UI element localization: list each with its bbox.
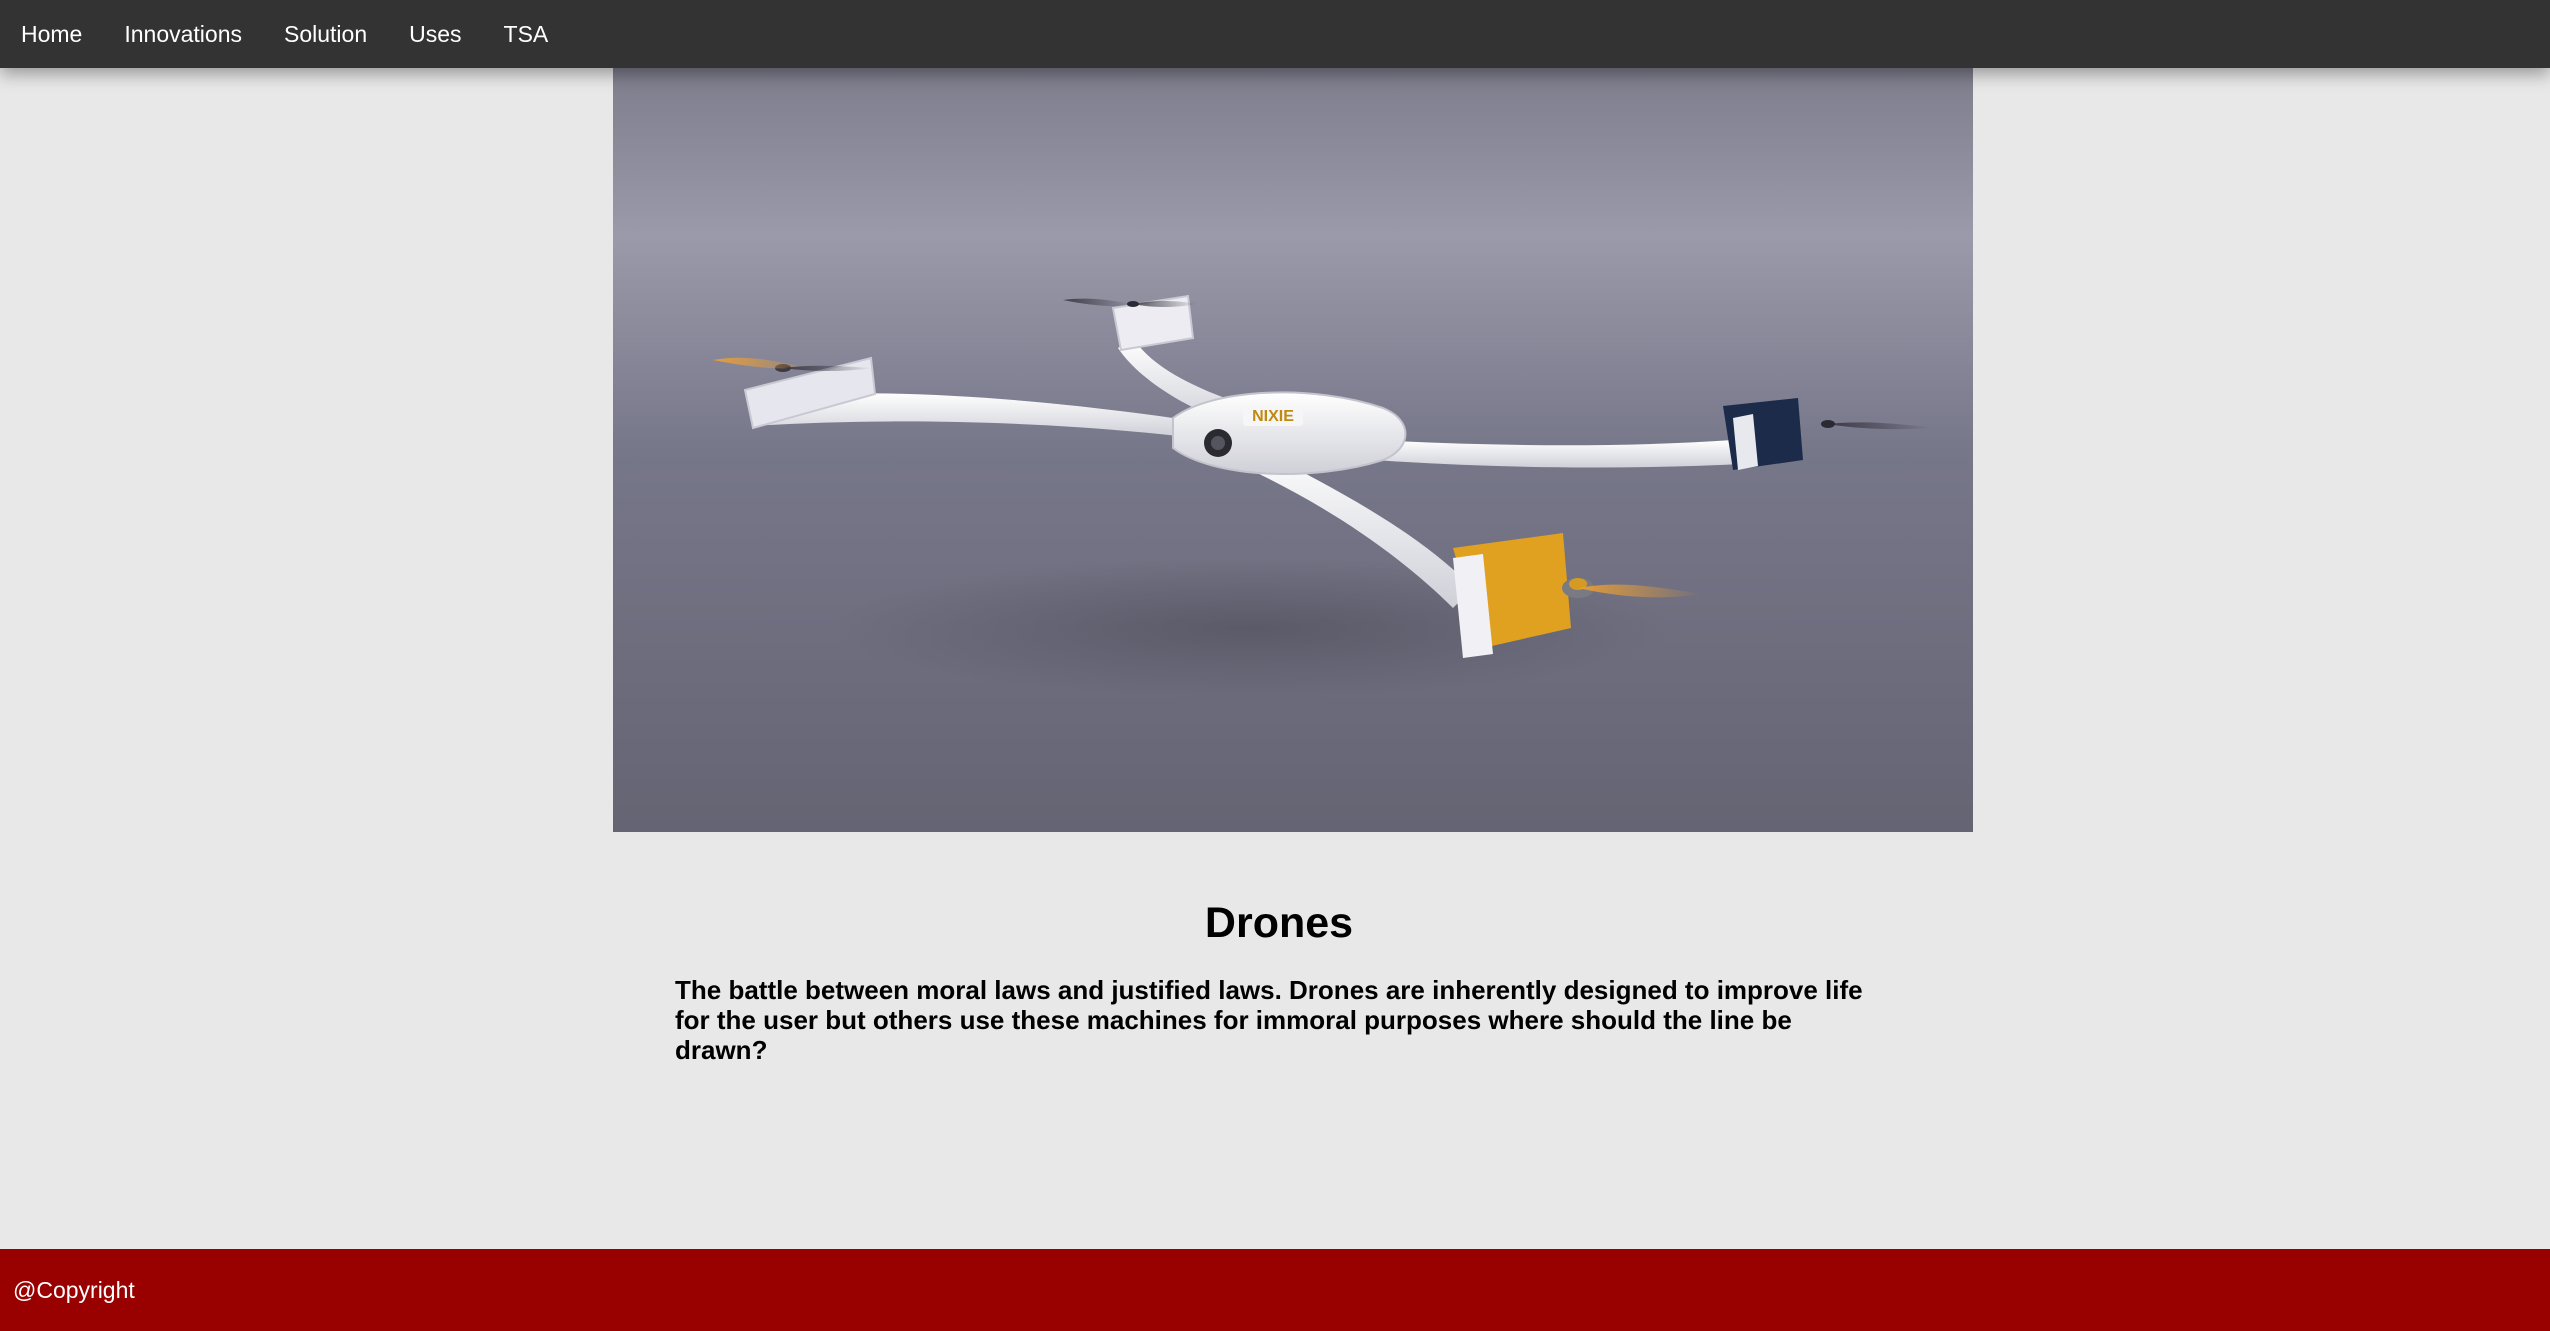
intro-paragraph: The battle between moral laws and justif…	[675, 975, 1863, 1066]
copyright-text: @Copyright	[13, 1277, 135, 1303]
footer: @Copyright	[0, 1249, 2550, 1331]
nav-solution-link[interactable]: Solution	[263, 0, 388, 68]
hero-drone-image: NIXIE	[613, 68, 1973, 832]
nav-uses-link[interactable]: Uses	[388, 0, 482, 68]
nav-innovations-link[interactable]: Innovations	[103, 0, 263, 68]
drone-logo-text: NIXIE	[1252, 408, 1294, 425]
nav-home-link[interactable]: Home	[0, 0, 103, 68]
nav-list: Home Innovations Solution Uses TSA	[0, 0, 2550, 68]
nav-tsa-link[interactable]: TSA	[483, 0, 570, 68]
top-navigation: Home Innovations Solution Uses TSA	[0, 0, 2550, 68]
page-title: Drones	[1204, 899, 1354, 947]
main-content: Drones The battle between moral laws and…	[0, 899, 2550, 1066]
drone-illustration: NIXIE	[613, 68, 1973, 832]
